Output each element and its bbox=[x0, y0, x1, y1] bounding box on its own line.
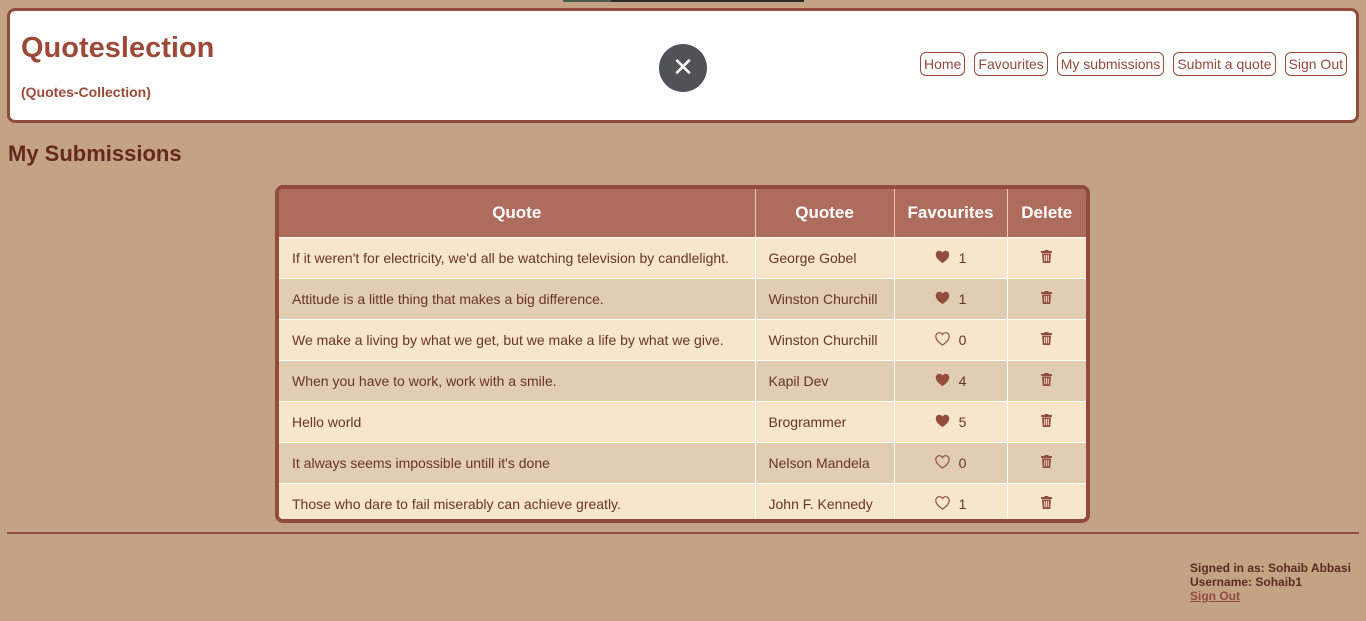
quote-cell: When you have to work, work with a smile… bbox=[279, 360, 756, 402]
quotee-cell: Kapil Dev bbox=[755, 360, 895, 402]
column-header-delete: Delete bbox=[1007, 189, 1086, 238]
nav-home-button[interactable]: Home bbox=[920, 52, 966, 76]
footer-sign-out-link[interactable]: Sign Out bbox=[1190, 589, 1240, 603]
delete-cell bbox=[1007, 319, 1086, 361]
heart-outline-icon[interactable] bbox=[934, 496, 950, 510]
favourite-count: 5 bbox=[958, 414, 967, 430]
delete-cell bbox=[1007, 237, 1086, 279]
quote-cell: We make a living by what we get, but we … bbox=[279, 319, 756, 361]
site-subtitle: (Quotes-Collection) bbox=[21, 84, 151, 100]
column-header-quote: Quote bbox=[279, 189, 756, 238]
trash-icon[interactable] bbox=[1041, 373, 1053, 386]
heart-icon[interactable] bbox=[935, 373, 950, 387]
page-title: My Submissions bbox=[8, 141, 182, 166]
trash-icon[interactable] bbox=[1041, 250, 1053, 263]
top-edge-strip bbox=[563, 0, 804, 2]
favourites-cell: 1 bbox=[894, 483, 1008, 519]
column-header-quotee: Quotee bbox=[755, 189, 895, 238]
delete-cell bbox=[1007, 483, 1086, 519]
favourite-count: 1 bbox=[958, 291, 967, 307]
delete-cell bbox=[1007, 278, 1086, 320]
heart-icon[interactable] bbox=[935, 250, 950, 264]
table-row: Those who dare to fail miserably can ach… bbox=[279, 483, 1086, 519]
delete-cell bbox=[1007, 442, 1086, 484]
favourites-cell: 1 bbox=[894, 278, 1008, 320]
favourite-count: 1 bbox=[958, 496, 967, 512]
favourites-cell: 4 bbox=[894, 360, 1008, 402]
main-nav: Home Favourites My submissions Submit a … bbox=[920, 52, 1347, 76]
site-title: Quoteslection bbox=[21, 32, 215, 64]
heart-icon[interactable] bbox=[935, 414, 950, 428]
close-icon: ✕ bbox=[672, 52, 694, 82]
site-header: Quoteslection (Quotes-Collection) ✕ Home… bbox=[7, 8, 1359, 123]
quote-cell: Those who dare to fail miserably can ach… bbox=[279, 483, 756, 519]
nav-my-submissions-button[interactable]: My submissions bbox=[1056, 52, 1165, 76]
quotee-cell: Nelson Mandela bbox=[755, 442, 895, 484]
table-row: If it weren't for electricity, we'd all … bbox=[279, 237, 1086, 279]
favourite-count: 1 bbox=[958, 250, 967, 266]
nav-favourites-button[interactable]: Favourites bbox=[974, 52, 1048, 76]
quotee-cell: George Gobel bbox=[755, 237, 895, 279]
trash-icon[interactable] bbox=[1041, 496, 1053, 509]
submissions-table-container: Quote Quotee Favourites Delete If it wer… bbox=[275, 185, 1090, 523]
signed-in-as-text: Signed in as: Sohaib Abbasi bbox=[1190, 561, 1351, 575]
heart-outline-icon[interactable] bbox=[934, 332, 950, 346]
favourites-cell: 5 bbox=[894, 401, 1008, 443]
column-header-favourites: Favourites bbox=[894, 189, 1008, 238]
quotee-cell: Brogrammer bbox=[755, 401, 895, 443]
quote-cell: It always seems impossible untill it's d… bbox=[279, 442, 756, 484]
table-row: When you have to work, work with a smile… bbox=[279, 360, 1086, 402]
footer-divider bbox=[7, 532, 1359, 534]
trash-icon[interactable] bbox=[1041, 291, 1053, 304]
favourite-count: 4 bbox=[958, 373, 967, 389]
table-body: If it weren't for electricity, we'd all … bbox=[279, 237, 1086, 519]
table-row: We make a living by what we get, but we … bbox=[279, 319, 1086, 361]
heart-outline-icon[interactable] bbox=[934, 455, 950, 469]
delete-cell bbox=[1007, 360, 1086, 402]
favourite-count: 0 bbox=[958, 332, 967, 348]
quote-cell: Attitude is a little thing that makes a … bbox=[279, 278, 756, 320]
quote-cell: If it weren't for electricity, we'd all … bbox=[279, 237, 756, 279]
heart-icon[interactable] bbox=[935, 291, 950, 305]
table-row: Hello world Brogrammer 5 bbox=[279, 401, 1086, 443]
favourite-count: 0 bbox=[958, 455, 967, 471]
quotee-cell: John F. Kennedy bbox=[755, 483, 895, 519]
close-button[interactable]: ✕ bbox=[659, 44, 707, 92]
delete-cell bbox=[1007, 401, 1086, 443]
favourites-cell: 0 bbox=[894, 319, 1008, 361]
favourites-cell: 1 bbox=[894, 237, 1008, 279]
table-row: It always seems impossible untill it's d… bbox=[279, 442, 1086, 484]
signed-in-info: Signed in as: Sohaib Abbasi Username: So… bbox=[1190, 561, 1351, 603]
quotee-cell: Winston Churchill bbox=[755, 278, 895, 320]
submissions-table: Quote Quotee Favourites Delete If it wer… bbox=[279, 189, 1086, 519]
trash-icon[interactable] bbox=[1041, 455, 1053, 468]
nav-sign-out-button[interactable]: Sign Out bbox=[1284, 52, 1347, 76]
trash-icon[interactable] bbox=[1041, 414, 1053, 427]
trash-icon[interactable] bbox=[1041, 332, 1053, 345]
table-header-row: Quote Quotee Favourites Delete bbox=[279, 189, 1086, 238]
username-text: Username: Sohaib1 bbox=[1190, 575, 1303, 589]
quote-cell: Hello world bbox=[279, 401, 756, 443]
quotee-cell: Winston Churchill bbox=[755, 319, 895, 361]
table-row: Attitude is a little thing that makes a … bbox=[279, 278, 1086, 320]
favourites-cell: 0 bbox=[894, 442, 1008, 484]
nav-submit-quote-button[interactable]: Submit a quote bbox=[1173, 52, 1276, 76]
